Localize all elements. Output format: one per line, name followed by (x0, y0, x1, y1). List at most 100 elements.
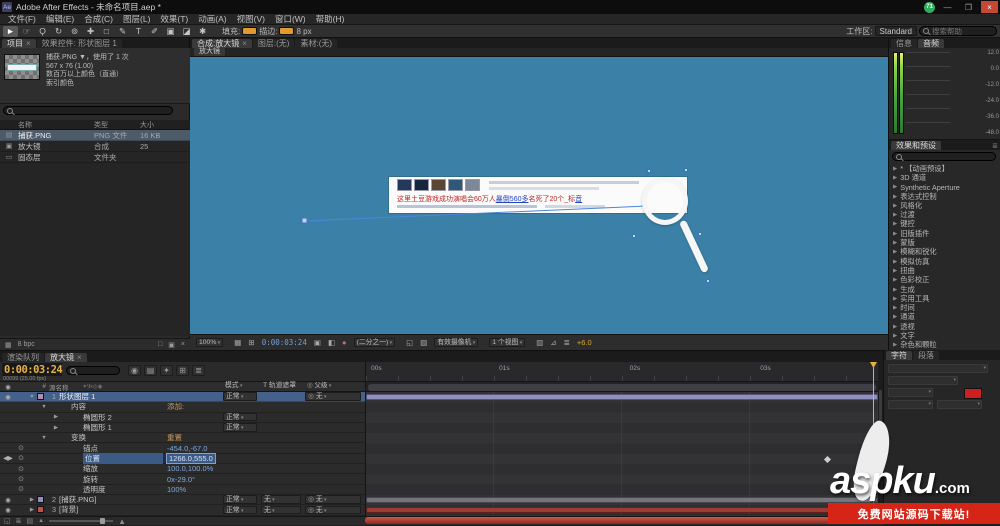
row-value[interactable]: 100% (167, 485, 186, 494)
viewer-control[interactable]: ⊿ (550, 338, 556, 347)
menu-item[interactable]: 效果(T) (155, 13, 193, 25)
effects-category[interactable]: ▶ 风格化 (889, 201, 1000, 210)
blend-mode-select[interactable]: 正常 (223, 412, 257, 422)
column-name[interactable]: 名称 (18, 120, 94, 130)
project-search[interactable] (3, 106, 173, 115)
tool-button[interactable]: ✚ (83, 26, 98, 37)
time-ruler[interactable]: 00s 01s 02s 03s (365, 362, 878, 382)
twirl-arrow[interactable]: ▶ (893, 175, 897, 181)
twirl-arrow[interactable]: ▶ (27, 497, 37, 503)
effects-category[interactable]: ▶ 键控 (889, 219, 1000, 229)
project-item-row[interactable]: ▭ 固态层 文件夹 (0, 152, 190, 163)
twirl-arrow[interactable]: ▼ (39, 435, 49, 441)
tracking-select[interactable] (937, 400, 982, 409)
effects-category[interactable]: ▶ 过渡 (889, 210, 1000, 219)
maximize-button[interactable]: ❐ (960, 1, 977, 13)
layer-duration-bar[interactable] (366, 497, 878, 503)
menu-item[interactable]: 编辑(E) (41, 13, 79, 25)
delete-icon[interactable]: × (181, 341, 185, 348)
tool-button[interactable]: ✐ (147, 26, 162, 37)
font-size-select[interactable] (888, 388, 933, 397)
shape-handle[interactable] (684, 168, 688, 172)
effects-category[interactable]: ▶ * 【动画预设】 (889, 164, 1000, 173)
timeline-toggle-icon[interactable]: ◉ (128, 365, 141, 376)
stopwatch-icon[interactable]: ⊙ (15, 444, 27, 452)
tool-button[interactable]: ☞ (19, 26, 34, 37)
panel-tab[interactable]: 效果和预设 (891, 141, 941, 150)
tool-button[interactable]: Ϙ (35, 26, 50, 37)
twirl-arrow[interactable]: ▶ (893, 305, 897, 311)
panel-tab[interactable]: 字符 (886, 351, 912, 360)
panel-tab[interactable]: 音频 (918, 39, 944, 48)
menu-item[interactable]: 帮助(H) (311, 13, 350, 25)
tool-button[interactable]: ✎ (115, 26, 130, 37)
layer-color-chip[interactable] (37, 506, 44, 514)
new-composition-icon[interactable]: ▣ (168, 341, 175, 349)
effects-category[interactable]: ▶ 通道 (889, 312, 1000, 322)
viewer-control[interactable]: ▨ (420, 338, 427, 347)
tool-button[interactable]: ◪ (179, 26, 194, 37)
twirl-arrow[interactable]: ▶ (51, 414, 61, 420)
tool-button[interactable]: ▣ (163, 26, 178, 37)
magnifier-ring-shape[interactable] (642, 177, 688, 225)
menu-item[interactable]: 视图(V) (232, 13, 270, 25)
stroke-swatch[interactable] (279, 27, 295, 35)
timeline-toggle-icon[interactable]: ✦ (160, 365, 173, 376)
twirl-arrow[interactable]: ▶ (893, 212, 897, 218)
timeline-row[interactable]: ▼ 内容 添加: (0, 402, 365, 413)
viewer-control[interactable]: 0:00:03:24 (262, 338, 307, 347)
category-label[interactable]: 3D 通道 (900, 173, 926, 183)
close-icon[interactable]: × (26, 39, 31, 48)
row-value[interactable]: 1266.0,555.0 (166, 452, 216, 464)
twirl-arrow[interactable]: ▶ (893, 166, 897, 172)
item-name[interactable]: 放大镜 (18, 141, 94, 152)
parent-header[interactable]: 父级 (305, 382, 361, 391)
timeline-row[interactable]: ⊙ 旋转 0x-29.0° (0, 474, 365, 485)
twirl-arrow[interactable]: ▶ (893, 231, 897, 237)
menu-item[interactable]: 合成(C) (79, 13, 118, 25)
panel-tab[interactable]: 素材:(无) (295, 39, 338, 48)
timeline-horizontal-scrollbar[interactable] (365, 517, 874, 524)
effects-category[interactable]: ▶ 实用工具 (889, 294, 1000, 303)
effects-category[interactable]: ▶ 透视 (889, 322, 1000, 331)
panel-tab[interactable]: 项目 × (2, 39, 36, 48)
mode-header[interactable]: 模式 (223, 382, 257, 391)
effects-category[interactable]: ▶ 模拟仿真 (889, 257, 1000, 266)
viewer-control[interactable]: 1 个视图 (489, 338, 526, 347)
panel-tab[interactable]: 信息 (891, 39, 917, 48)
viewer-control[interactable]: ◧ (328, 338, 335, 347)
timeline-row[interactable]: ⊙ 锚点 -454.0,-67.0 (0, 443, 365, 454)
minimize-button[interactable]: — (939, 1, 956, 13)
row-value[interactable]: 0x-29.0° (167, 475, 195, 484)
timeline-toggle-icon[interactable]: ▤ (144, 365, 157, 376)
workspace-select[interactable]: Standard (874, 26, 917, 36)
twirl-arrow[interactable]: ▶ (893, 324, 897, 330)
effects-category[interactable]: ▶ 时间 (889, 303, 1000, 312)
current-time-display[interactable]: 0:00:03:24 (2, 363, 63, 376)
category-label[interactable]: Synthetic Aperture (900, 183, 960, 192)
panel-tab[interactable]: 段落 (913, 351, 939, 360)
effects-category[interactable]: ▶ 扭曲 (889, 266, 1000, 275)
timeline-row[interactable]: ◉ ▶ 3 [背景] 正常 无 无 (0, 505, 365, 516)
category-label[interactable]: 杂色和颗粒 (900, 340, 936, 350)
visibility-toggle[interactable]: ◉ (0, 496, 15, 504)
project-item-row[interactable]: ▣ 放大镜 合成 25 (0, 141, 190, 152)
viewer-control[interactable]: ● (342, 338, 347, 347)
twirl-arrow[interactable]: ▼ (39, 404, 49, 410)
visibility-toggle[interactable]: ◉ (0, 506, 15, 514)
twirl-arrow[interactable]: ▶ (893, 277, 897, 283)
timeline-search[interactable] (66, 366, 120, 375)
effects-category[interactable]: ▶ 文字 (889, 331, 1000, 340)
effects-category[interactable]: ▶ 模糊和锐化 (889, 247, 1000, 257)
viewer-control[interactable]: (二分之一) (353, 338, 396, 347)
close-button[interactable]: × (981, 1, 998, 13)
menu-item[interactable]: 窗口(W) (270, 13, 311, 25)
help-search[interactable] (919, 26, 997, 36)
timeline-row[interactable]: ◉ ▶ 2 [捕获.PNG] 正常 无 无 (0, 495, 365, 506)
effects-category[interactable]: ▶ Synthetic Aperture (889, 183, 1000, 192)
breadcrumb[interactable]: 放大镜 (194, 48, 225, 56)
timeline-row[interactable]: ⊙ 缩放 100.0,100.0% (0, 464, 365, 475)
composition-canvas[interactable]: 这里土豆游戏成功演唱会60万人暴倒560多名死了20个_标音 (190, 57, 888, 334)
twirl-arrow[interactable]: ▶ (893, 342, 897, 348)
row-value[interactable]: 100.0,100.0% (167, 464, 213, 473)
